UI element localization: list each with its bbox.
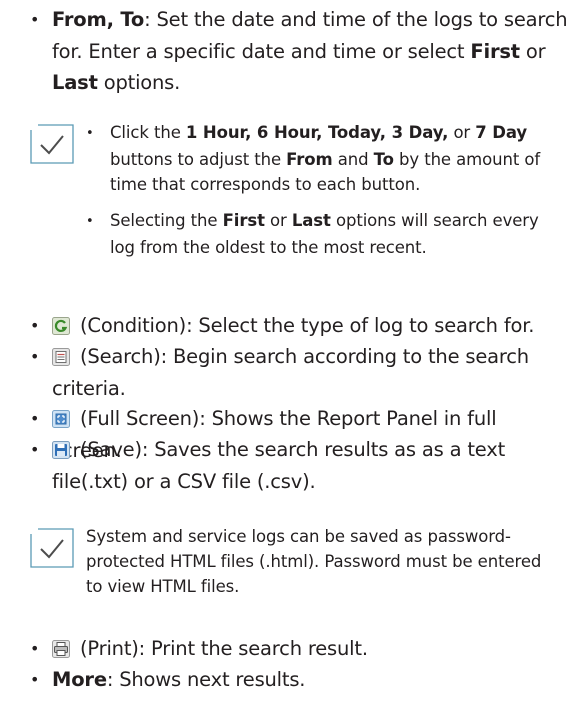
note-text: buttons to adjust the — [110, 150, 287, 169]
note-text: and — [332, 150, 374, 169]
manual-page: From, To: Set the date and time of the l… — [0, 0, 577, 701]
note-bullet-2: Selecting the First or Last options will… — [86, 208, 556, 260]
checkmark-icon — [30, 124, 74, 164]
last-label: Last — [291, 211, 331, 230]
more-item: More: Shows next results. — [30, 664, 570, 696]
note-text: or — [264, 211, 292, 230]
note-text-2: System and service logs can be saved as … — [86, 527, 542, 596]
print-icon — [52, 640, 70, 658]
note-text: Click the — [110, 123, 186, 142]
save-item: (Save): Saves the search results as as a… — [30, 434, 570, 497]
condition-text: (Condition): Select the type of log to s… — [74, 314, 535, 337]
bullet — [30, 4, 52, 36]
seven-day-label: 7 Day — [475, 123, 528, 142]
search-text: (Search): Begin search according to the … — [52, 345, 529, 400]
from-to-item: From, To: Set the date and time of the l… — [30, 4, 570, 98]
time-buttons-label: 1 Hour, 6 Hour, Today, 3 Day, — [185, 123, 449, 142]
first-label: First — [470, 40, 520, 63]
checkmark-icon — [30, 528, 74, 568]
search-icon — [52, 348, 70, 366]
first-label: First — [222, 211, 265, 230]
note-list: Click the 1 Hour, 6 Hour, Today, 3 Day, … — [86, 120, 556, 271]
save-text: (Save): Saves the search results as as a… — [52, 438, 506, 493]
save-icon — [52, 441, 70, 459]
note-bullet-1: Click the 1 Hour, 6 Hour, Today, 3 Day, … — [86, 120, 556, 197]
to-label: To — [373, 150, 394, 169]
note-box-2: System and service logs can be saved as … — [30, 524, 560, 604]
search-item: (Search): Begin search according to the … — [30, 341, 570, 404]
note-text: Selecting the — [110, 211, 223, 230]
condition-icon — [52, 317, 70, 335]
print-text: (Print): Print the search result. — [74, 637, 368, 660]
note-text: or — [448, 123, 476, 142]
last-label: Last — [52, 71, 98, 94]
more-text: : Shows next results. — [106, 668, 306, 691]
from-label: From — [286, 150, 333, 169]
full-screen-icon — [52, 410, 70, 428]
note-box-1: Click the 1 Hour, 6 Hour, Today, 3 Day, … — [30, 120, 560, 280]
more-label: More — [52, 668, 107, 691]
print-item: (Print): Print the search result. — [30, 633, 570, 665]
from-to-label: From, To — [52, 8, 145, 31]
or-text: or — [519, 40, 546, 63]
condition-item: (Condition): Select the type of log to s… — [30, 310, 570, 342]
options-text: options. — [97, 71, 181, 94]
